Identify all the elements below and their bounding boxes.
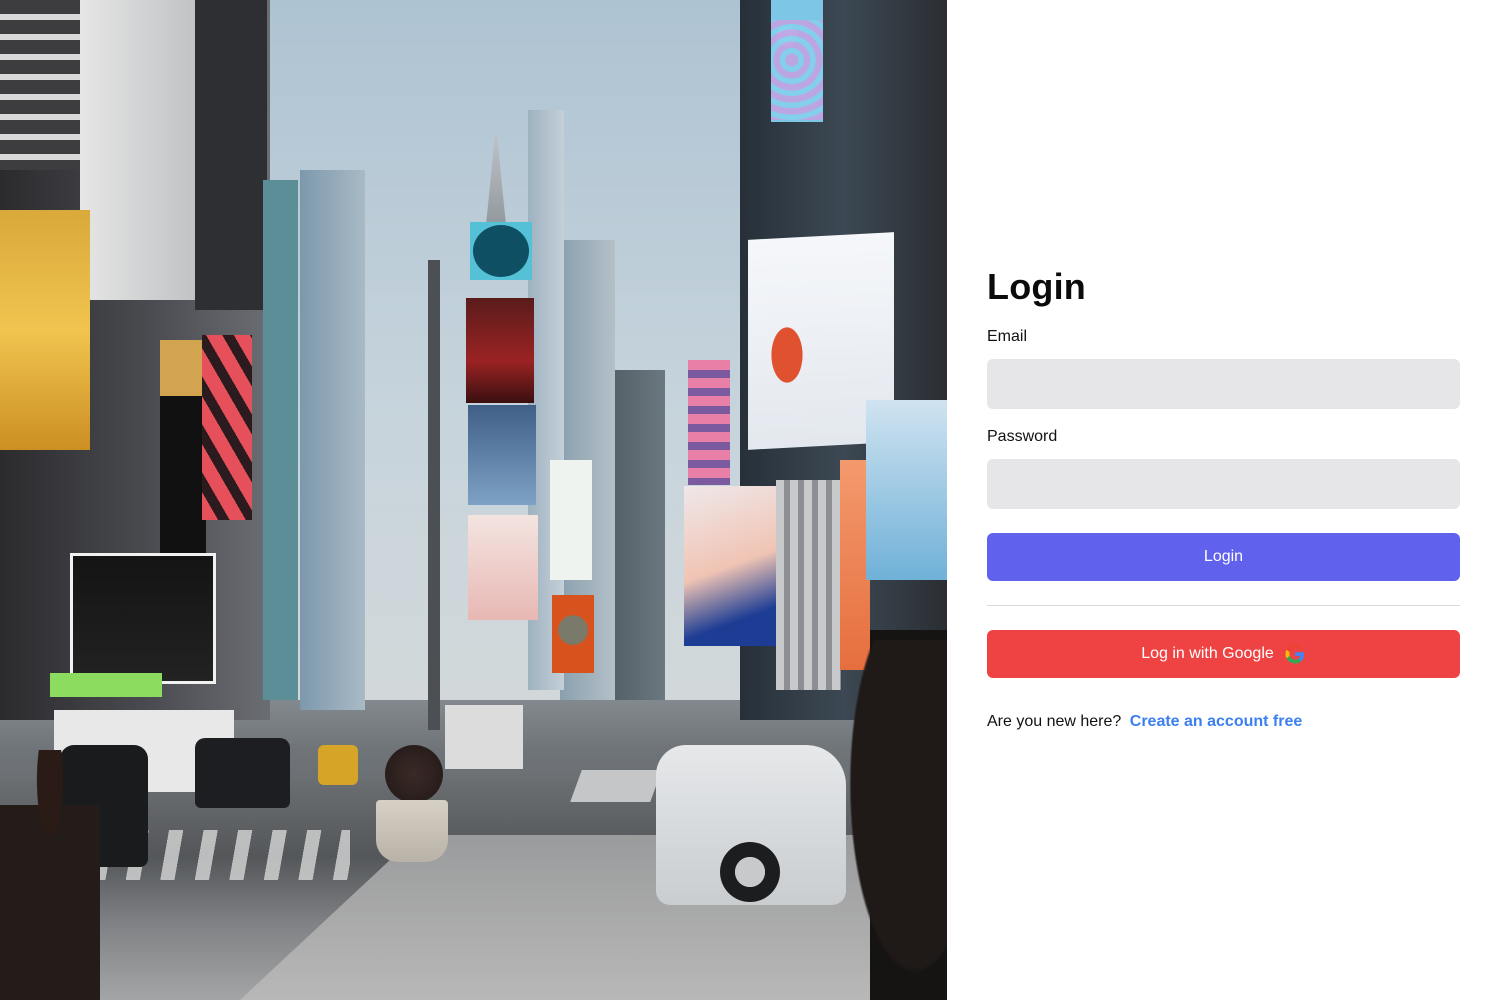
signup-prompt: Are you new here? (987, 713, 1122, 730)
billboard-samsung (468, 405, 536, 505)
login-button[interactable]: Login (987, 533, 1460, 581)
building-balconies (0, 0, 80, 170)
billboard-skull (552, 595, 594, 673)
create-account-link[interactable]: Create an account free (1130, 713, 1303, 730)
billboard-blue (866, 400, 947, 580)
street-lamp-pole (428, 260, 440, 730)
login-panel: Login Email Password Login Log in with G… (947, 0, 1500, 1000)
billboard-flower (756, 300, 818, 410)
billboard-circle (473, 225, 529, 277)
taxi (318, 745, 358, 785)
login-button-label: Login (1203, 548, 1244, 565)
billboard-mosaic (776, 480, 841, 690)
bus (445, 705, 523, 769)
pedestrian-left (0, 750, 100, 1000)
billboard-lion (160, 340, 206, 565)
billboard-advect (684, 486, 776, 646)
billboard-quote (550, 460, 592, 580)
planter-tree (385, 745, 443, 803)
billboard-can (468, 515, 538, 620)
bench (570, 770, 662, 802)
car-dark (195, 738, 290, 808)
login-page: Login Email Password Login Log in with G… (0, 0, 1500, 1000)
google-icon (1284, 643, 1306, 665)
billboard-red-stripes (202, 335, 252, 520)
billboard-travelers (70, 553, 216, 684)
times-tower (263, 180, 298, 700)
billboard-pink (688, 360, 730, 485)
building-dark (195, 0, 267, 310)
divider (987, 605, 1460, 606)
login-form: Login Email Password Login Log in with G… (987, 263, 1460, 732)
pedestrian-right (840, 640, 947, 1000)
billboard-singer (466, 298, 534, 403)
billboard-balls-overlay (771, 20, 823, 120)
suv-wheel (720, 842, 780, 902)
email-field[interactable] (987, 359, 1460, 409)
google-login-button[interactable]: Log in with Google (987, 630, 1460, 678)
email-label: Email (987, 328, 1028, 345)
password-label: Password (987, 428, 1058, 445)
glass-tower (300, 170, 365, 710)
planter (376, 800, 448, 862)
page-title: Login (987, 266, 1086, 307)
hero-city-image (0, 0, 947, 1000)
google-login-label: Log in with Google (1141, 645, 1274, 662)
billboard-green (50, 673, 162, 697)
building-white (80, 0, 200, 300)
signup-row: Are you new here? Create an account free (987, 712, 1460, 732)
billboard-lion-king (0, 210, 90, 450)
password-field[interactable] (987, 459, 1460, 509)
